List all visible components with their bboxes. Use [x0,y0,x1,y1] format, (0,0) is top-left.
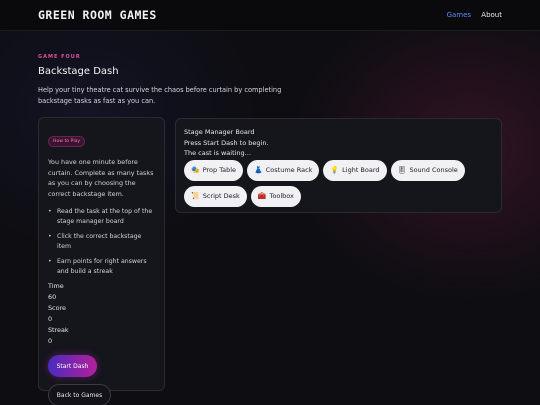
item-sound-console-button[interactable]: 🎚 Sound Console [390,159,465,181]
dress-icon: 👗 [254,166,263,174]
game-description: Help your tiny theatre cat survive the c… [38,86,282,105]
back-to-games-button[interactable]: Back to Games [48,384,111,405]
level-slider-icon: 🎚 [397,166,407,174]
item-label: Sound Console [409,166,458,174]
time-label: Time [48,282,64,290]
streak-label: Streak [48,326,69,334]
nav-link-games[interactable]: Games [447,11,472,19]
list-item: Click the correct backstage item [48,232,156,252]
light-bulb-icon: 💡 [330,166,340,174]
item-label: Costume Rack [265,166,313,174]
how-to-play-text: You have one minute before curtain. Comp… [48,158,154,198]
list-item: Earn points for right answers and build … [48,257,156,277]
item-costume-rack-button[interactable]: 👗 Costume Rack [247,159,320,181]
backstage-items: 🎭 Prop Table 👗 Costume Rack 💡 Light Boar… [184,159,493,212]
game-eyebrow: GAME FOUR [38,54,81,60]
nav-link-about[interactable]: About [481,11,502,19]
item-script-desk-button[interactable]: 📜 Script Desk [184,185,247,207]
how-to-play-steps: Read the task at the top of the stage ma… [48,207,156,277]
theatre-masks-icon: 🎭 [191,166,200,174]
board-prompt: Press Start Dash to begin. [184,138,269,147]
item-label: Toolbox [269,192,294,200]
start-dash-button[interactable]: Start Dash [48,355,97,377]
scroll-icon: 📜 [191,192,200,200]
brand-logo[interactable]: GREEN ROOM GAMES [38,8,157,22]
item-label: Prop Table [202,166,237,174]
time-value: 60 [48,293,57,301]
how-to-play-panel: How to Play You have one minute before c… [38,117,165,405]
page-title: Backstage Dash [38,66,119,77]
board-status: The cast is waiting… [184,149,252,157]
item-label: Script Desk [202,192,240,200]
score-label: Score [48,304,66,312]
item-toolbox-button[interactable]: 🧰 Toolbox [250,185,301,207]
item-prop-table-button[interactable]: 🎭 Prop Table [184,159,244,181]
board-title: Stage Manager Board [184,128,255,136]
list-item: Read the task at the top of the stage ma… [48,207,156,227]
score-value: 0 [48,315,53,323]
stage-manager-board: Stage Manager Board Press Start Dash to … [175,118,502,213]
how-to-play-badge: How to Play [48,136,86,147]
item-label: Light Board [342,166,380,174]
streak-value: 0 [48,337,53,345]
toolbox-icon: 🧰 [257,192,267,200]
main-nav: Games About [439,11,502,19]
item-light-board-button[interactable]: 💡 Light Board [323,159,387,181]
game-stats: Time 60 Score 0 Streak 0 [48,281,156,347]
top-navbar: GREEN ROOM GAMES Games About [0,0,540,31]
